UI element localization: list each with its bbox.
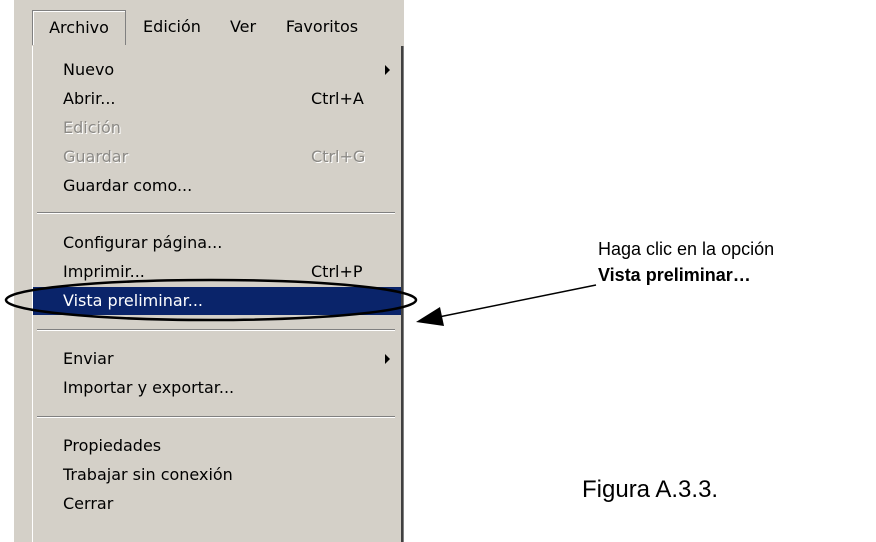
callout-line-1: Haga clic en la opción xyxy=(598,239,775,259)
callout-line-2: Vista preliminar… xyxy=(598,265,751,285)
figure-caption: Figura A.3.3. xyxy=(582,476,719,503)
arrow-head-icon xyxy=(416,307,444,326)
highlight-ellipse xyxy=(4,278,418,322)
instruction-callout: Haga clic en la opción Vista preliminar… xyxy=(598,236,868,288)
callout-arrow-line xyxy=(423,284,597,321)
